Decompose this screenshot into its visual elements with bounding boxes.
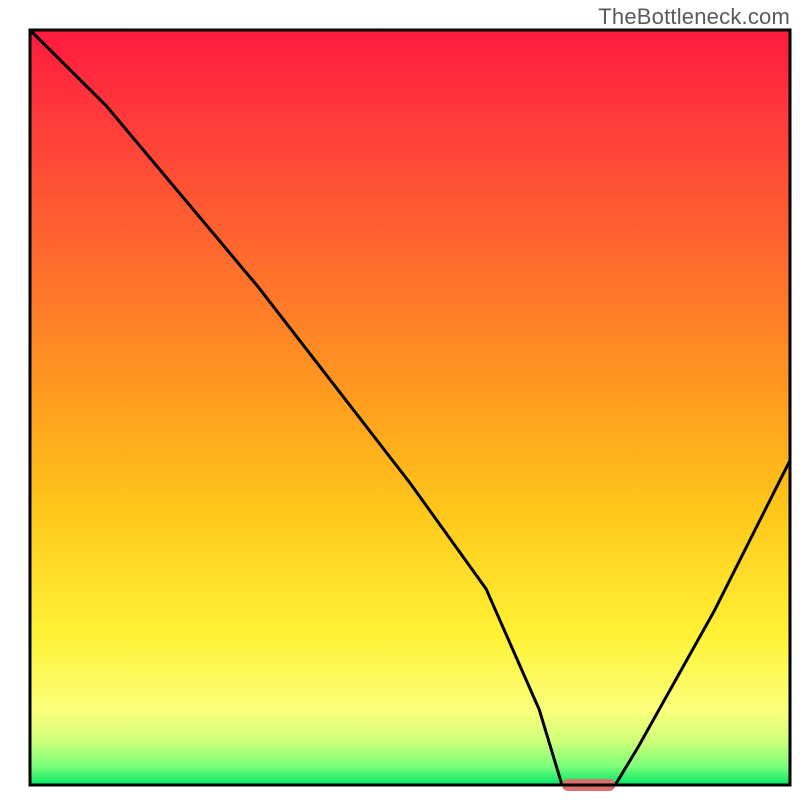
chart-background [30, 30, 790, 785]
chart-container: TheBottleneck.com [0, 0, 800, 800]
bottleneck-chart [0, 0, 800, 800]
watermark-text: TheBottleneck.com [598, 4, 790, 30]
